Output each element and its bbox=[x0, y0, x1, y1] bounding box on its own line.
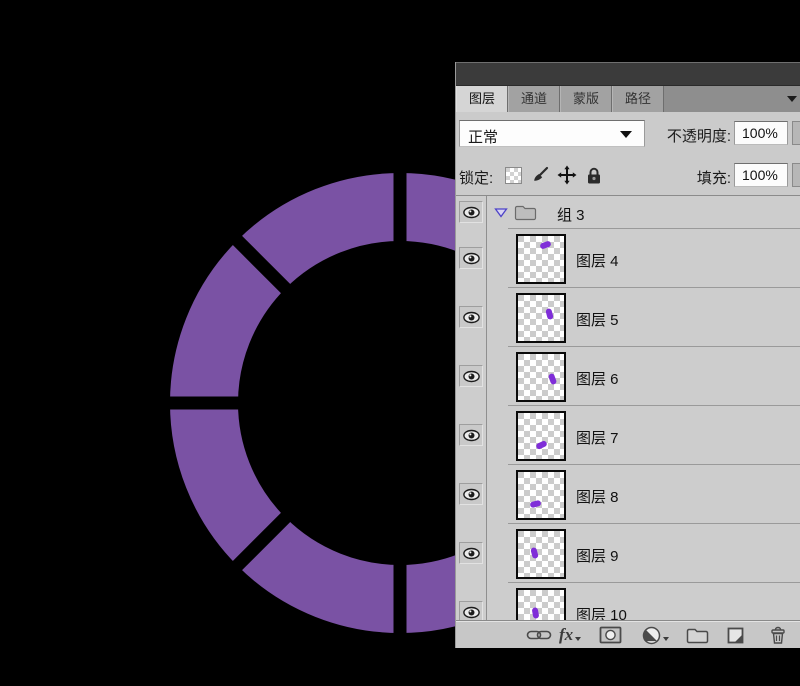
blend-mode-select[interactable]: 正常 bbox=[459, 120, 645, 147]
layer-name: 图层 8 bbox=[576, 486, 619, 507]
eye-column-divider bbox=[486, 196, 487, 620]
panel-tabbar: 图层 通道 蒙版 路径 bbox=[456, 86, 800, 112]
lock-transparency-icon[interactable] bbox=[502, 164, 524, 186]
panel-bottom-toolbar: fx bbox=[456, 620, 800, 648]
layer-visibility-toggle[interactable] bbox=[459, 306, 483, 328]
layer-controls: 正常 不透明度: 锁定: 填充: bbox=[456, 112, 800, 196]
layer-thumbnail[interactable] bbox=[516, 234, 566, 284]
layer-row[interactable]: 图层 8 bbox=[456, 465, 800, 524]
group-visibility-toggle[interactable] bbox=[459, 201, 483, 223]
tab-masks[interactable]: 蒙版 bbox=[560, 86, 612, 112]
layer-name: 图层 7 bbox=[576, 427, 619, 448]
fill-dropdown-button[interactable] bbox=[792, 163, 800, 187]
layer-visibility-toggle[interactable] bbox=[459, 424, 483, 446]
group-row[interactable]: 组 3 bbox=[456, 196, 800, 229]
new-layer-icon[interactable] bbox=[726, 624, 745, 646]
panel-header-bar[interactable] bbox=[456, 62, 800, 86]
layer-content-mark bbox=[532, 607, 540, 619]
layer-visibility-toggle[interactable] bbox=[459, 601, 483, 620]
layer-thumbnail[interactable] bbox=[516, 529, 566, 579]
eye-icon bbox=[463, 311, 480, 324]
eye-icon bbox=[463, 547, 480, 560]
folder-icon bbox=[514, 204, 537, 221]
fill-label: 填充: bbox=[646, 167, 731, 188]
opacity-label: 不透明度: bbox=[646, 125, 731, 146]
tab-layers[interactable]: 图层 bbox=[456, 86, 508, 112]
layer-row[interactable]: 图层 5 bbox=[456, 288, 800, 347]
new-group-icon[interactable] bbox=[686, 624, 709, 646]
lock-row: 锁定: 填充: bbox=[456, 155, 800, 196]
lock-all-icon[interactable] bbox=[583, 164, 605, 186]
layer-list-rows: 图层 4 图层 5 图层 6 bbox=[456, 229, 800, 620]
layer-visibility-toggle[interactable] bbox=[459, 247, 483, 269]
adjustment-layer-icon[interactable] bbox=[642, 624, 669, 646]
eye-icon bbox=[463, 206, 480, 219]
group-name: 组 3 bbox=[557, 204, 585, 225]
fill-input[interactable] bbox=[734, 163, 788, 187]
blend-mode-value: 正常 bbox=[468, 126, 498, 147]
layer-content-mark bbox=[536, 439, 549, 449]
document-canvas[interactable]: 图层 通道 蒙版 路径 正常 不透明度: 锁定: 填充: bbox=[0, 0, 800, 686]
layer-visibility-toggle[interactable] bbox=[459, 542, 483, 564]
layer-list: 组 3 图层 4 图层 5 bbox=[456, 196, 800, 620]
layer-content-mark bbox=[545, 308, 554, 320]
layer-name: 图层 9 bbox=[576, 545, 619, 566]
group-expand-triangle-icon[interactable] bbox=[494, 208, 508, 218]
panel-menu-icon[interactable] bbox=[787, 96, 797, 102]
layer-thumbnail[interactable] bbox=[516, 470, 566, 520]
add-mask-icon[interactable] bbox=[599, 624, 622, 646]
eye-icon bbox=[463, 429, 480, 442]
layer-content-mark bbox=[530, 500, 542, 509]
layer-name: 图层 5 bbox=[576, 309, 619, 330]
layer-visibility-toggle[interactable] bbox=[459, 365, 483, 387]
opacity-input[interactable] bbox=[734, 121, 788, 145]
opacity-dropdown-button[interactable] bbox=[792, 121, 800, 145]
link-layers-icon[interactable] bbox=[526, 624, 552, 646]
layers-panel: 图层 通道 蒙版 路径 正常 不透明度: 锁定: 填充: bbox=[455, 62, 800, 648]
layer-thumbnail[interactable] bbox=[516, 352, 566, 402]
layer-row[interactable]: 图层 4 bbox=[456, 229, 800, 288]
layer-content-mark bbox=[547, 372, 556, 384]
layer-name: 图层 6 bbox=[576, 368, 619, 389]
layer-name: 图层 10 bbox=[576, 604, 627, 620]
layer-name: 图层 4 bbox=[576, 250, 619, 271]
eye-icon bbox=[463, 252, 480, 265]
lock-label: 锁定: bbox=[459, 167, 501, 188]
layer-thumbnail[interactable] bbox=[516, 411, 566, 461]
delete-layer-icon[interactable] bbox=[769, 624, 787, 646]
eye-icon bbox=[463, 488, 480, 501]
blend-mode-row: 正常 不透明度: bbox=[456, 112, 800, 155]
chevron-down-icon bbox=[620, 131, 632, 138]
lock-icons bbox=[502, 163, 605, 187]
tab-paths[interactable]: 路径 bbox=[612, 86, 664, 112]
layer-content-mark bbox=[539, 241, 551, 250]
layer-row[interactable]: 图层 7 bbox=[456, 406, 800, 465]
lock-move-icon[interactable] bbox=[556, 164, 578, 186]
layer-thumbnail[interactable] bbox=[516, 588, 566, 620]
layer-content-mark bbox=[530, 547, 539, 559]
layer-row[interactable]: 图层 6 bbox=[456, 347, 800, 406]
lock-paint-icon[interactable] bbox=[529, 164, 551, 186]
tab-channels[interactable]: 通道 bbox=[508, 86, 560, 112]
eye-icon bbox=[463, 606, 480, 619]
layer-row[interactable]: 图层 10 bbox=[456, 583, 800, 620]
layer-thumbnail[interactable] bbox=[516, 293, 566, 343]
layer-style-fx-icon[interactable]: fx bbox=[559, 624, 581, 646]
layer-row[interactable]: 图层 9 bbox=[456, 524, 800, 583]
eye-icon bbox=[463, 370, 480, 383]
layer-visibility-toggle[interactable] bbox=[459, 483, 483, 505]
